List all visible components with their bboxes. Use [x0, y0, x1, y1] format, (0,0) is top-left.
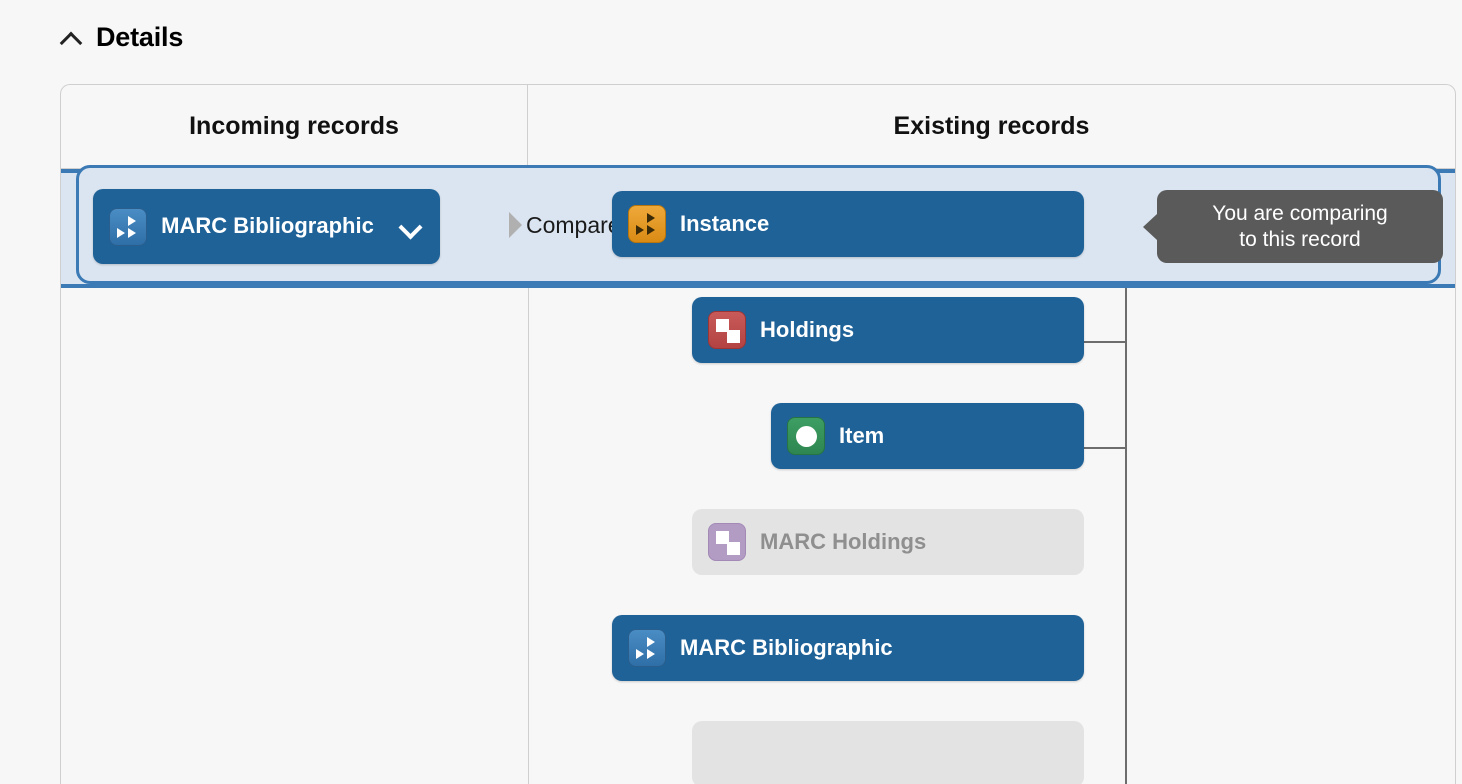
column-header-existing: Existing records: [528, 85, 1455, 168]
comparing-record-tooltip: You are comparing to this record: [1143, 190, 1443, 264]
existing-record-next-partial: [692, 721, 1084, 784]
existing-record-label: Item: [839, 423, 885, 448]
incoming-record-dropdown[interactable]: MARC Bibliographic: [93, 189, 440, 264]
item-record-icon: [787, 417, 825, 455]
compare-label: Compare: [526, 211, 621, 238]
tree-connector-branch: [1081, 341, 1127, 343]
existing-record-label: MARC Bibliographic: [680, 635, 893, 660]
existing-record-marc-holdings: MARC Holdings: [692, 509, 1084, 575]
incoming-record-label: MARC Bibliographic: [161, 213, 374, 239]
holdings-record-icon: [708, 311, 746, 349]
existing-record-holdings[interactable]: Holdings: [692, 297, 1084, 363]
instance-record-icon: [628, 205, 666, 243]
chevron-up-icon: [60, 26, 84, 50]
column-header-incoming-label: Incoming records: [189, 112, 399, 140]
column-header-row: Incoming records Existing records: [61, 85, 1455, 169]
chevron-down-icon[interactable]: [398, 214, 424, 240]
triangle-right-icon: [509, 212, 522, 238]
existing-record-label: Holdings: [760, 317, 855, 342]
comparison-body: MARC Bibliographic Compare Instance Hold…: [61, 165, 1455, 784]
record-comparison-panel: Incoming records Existing records MARC B…: [60, 84, 1456, 784]
column-header-existing-label: Existing records: [893, 112, 1090, 140]
tree-connector-vertical: [1125, 235, 1127, 784]
existing-record-item[interactable]: Item: [771, 403, 1084, 469]
existing-record-label: MARC Holdings: [760, 529, 927, 554]
marc-record-icon: [109, 207, 147, 246]
details-accordion-header[interactable]: Details: [60, 22, 183, 53]
existing-record-label: Instance: [680, 211, 770, 236]
existing-record-instance[interactable]: Instance: [612, 191, 1084, 257]
marc-record-icon: [628, 629, 666, 667]
tree-connector-branch: [1081, 447, 1127, 449]
marc-holdings-record-icon: [708, 523, 746, 561]
existing-record-marc-bibliographic[interactable]: MARC Bibliographic: [612, 615, 1084, 681]
column-header-incoming: Incoming records: [61, 85, 528, 168]
page-title: Details: [96, 22, 184, 52]
